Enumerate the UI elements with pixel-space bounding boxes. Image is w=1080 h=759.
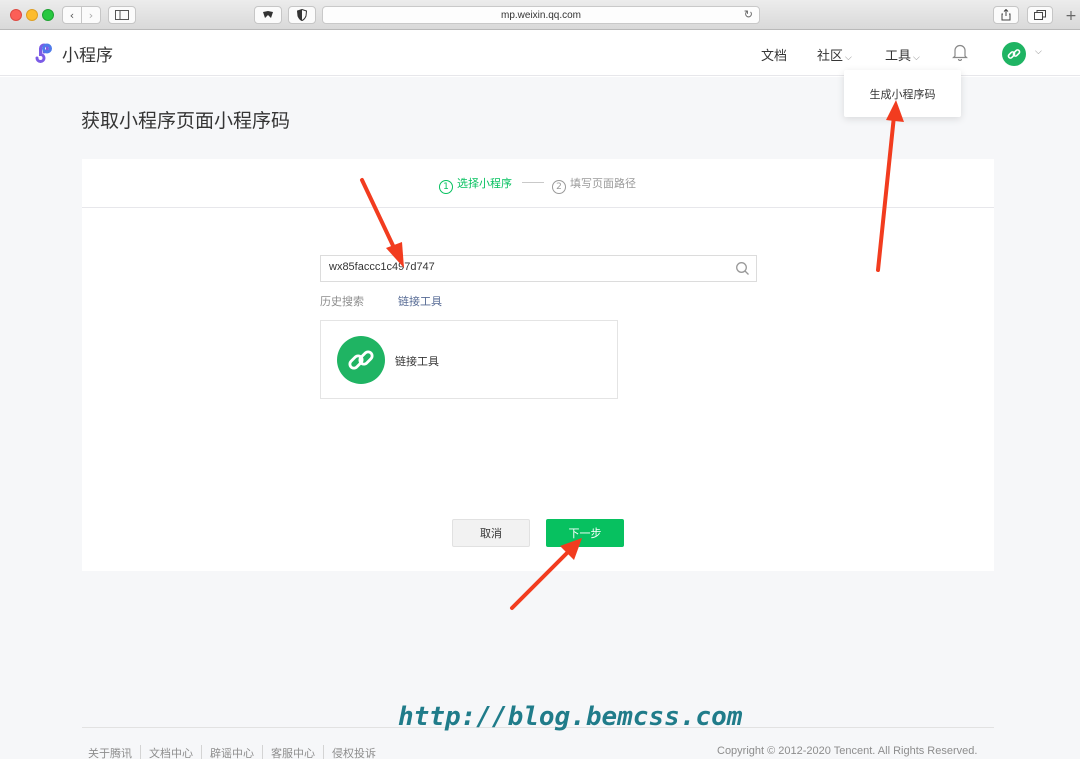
step-number: 2 <box>552 180 566 194</box>
shield-icon <box>297 9 307 21</box>
footer-link[interactable]: 文档中心 <box>140 745 201 759</box>
address-bar[interactable]: mp.weixin.qq.com ↻ <box>322 6 760 24</box>
share-icon <box>1001 9 1011 21</box>
cancel-button[interactable]: 取消 <box>452 519 530 547</box>
miniprogram-avatar <box>337 336 385 384</box>
tools-dropdown-item[interactable]: 生成小程序码 <box>844 70 961 117</box>
nav-community-label: 社区 <box>817 49 844 64</box>
zoom-window-button[interactable] <box>42 9 54 21</box>
search-box <box>320 255 757 282</box>
miniprogram-result-card[interactable]: 链接工具 <box>320 320 618 399</box>
chevron-right-icon: › <box>88 8 94 22</box>
history-item-link[interactable]: 链接工具 <box>398 293 442 309</box>
step-label: 填写页面路径 <box>570 177 636 190</box>
close-window-button[interactable] <box>10 9 22 21</box>
page-title: 获取小程序页面小程序码 <box>81 110 291 132</box>
logo-text: 小程序 <box>62 45 113 66</box>
step-2: 2 填写页面路径 <box>552 175 636 194</box>
step-divider <box>522 182 544 183</box>
footer-link[interactable]: 辟谣中心 <box>201 745 262 759</box>
nav-tools[interactable]: 工具 ⌵ <box>885 45 920 64</box>
sidebar-icon <box>115 10 129 20</box>
sidebar-toggle-button[interactable] <box>108 6 136 24</box>
footer-link[interactable]: 关于腾讯 <box>88 745 140 759</box>
logo[interactable]: 小程序 <box>30 40 113 66</box>
chevron-down-icon[interactable]: ⌵ <box>1035 47 1042 57</box>
browser-toolbar: ‹ › mp.weixin.qq.com ↻ + <box>0 0 1080 30</box>
appid-search-input[interactable] <box>329 261 729 273</box>
extension-button[interactable] <box>254 6 282 24</box>
tabs-icon <box>1034 10 1046 20</box>
miniprogram-logo-icon <box>35 43 52 63</box>
minimize-window-button[interactable] <box>26 9 38 21</box>
nav-community[interactable]: 社区 ⌵ <box>817 45 852 64</box>
back-button[interactable]: ‹ <box>62 6 82 24</box>
footer-link[interactable]: 客服中心 <box>262 745 323 759</box>
step-label: 选择小程序 <box>457 177 512 190</box>
privacy-button[interactable] <box>288 6 316 24</box>
link-icon <box>348 350 374 370</box>
chevron-down-icon: ⌵ <box>913 53 920 63</box>
share-button[interactable] <box>993 6 1019 24</box>
forward-button[interactable]: › <box>81 6 101 24</box>
copyright-text: Copyright © 2012-2020 Tencent. All Right… <box>717 745 978 757</box>
new-tab-button[interactable]: + <box>1062 6 1080 26</box>
next-step-button[interactable]: 下一步 <box>546 519 624 547</box>
footer-links: 关于腾讯 文档中心 辟谣中心 客服中心 侵权投诉 <box>88 745 384 759</box>
link-icon <box>1007 49 1021 59</box>
miniprogram-name: 链接工具 <box>395 355 439 368</box>
chevron-down-icon: ⌵ <box>845 53 852 63</box>
nav-docs[interactable]: 文档 <box>761 45 787 64</box>
step-number: 1 <box>439 180 453 194</box>
step-indicator: 1 选择小程序 2 填写页面路径 <box>82 159 994 208</box>
step-1: 1 选择小程序 <box>439 175 512 194</box>
search-icon[interactable] <box>735 261 750 276</box>
history-search-label: 历史搜索 <box>320 295 364 308</box>
footer-link[interactable]: 侵权投诉 <box>323 745 384 759</box>
nav-tools-label: 工具 <box>885 49 912 64</box>
reload-icon[interactable]: ↻ <box>744 8 753 21</box>
chevron-left-icon: ‹ <box>69 8 75 22</box>
watermark-text: http://blog.bemcss.com <box>398 702 743 732</box>
tab-overview-button[interactable] <box>1027 6 1053 24</box>
bell-icon[interactable] <box>952 43 968 61</box>
url-text: mp.weixin.qq.com <box>500 9 582 21</box>
content-card: 1 选择小程序 2 填写页面路径 历史搜索 链接工具 链接工具 取消 下一步 <box>82 159 994 571</box>
avatar[interactable] <box>1002 42 1026 66</box>
bookmark-icon <box>263 11 273 18</box>
